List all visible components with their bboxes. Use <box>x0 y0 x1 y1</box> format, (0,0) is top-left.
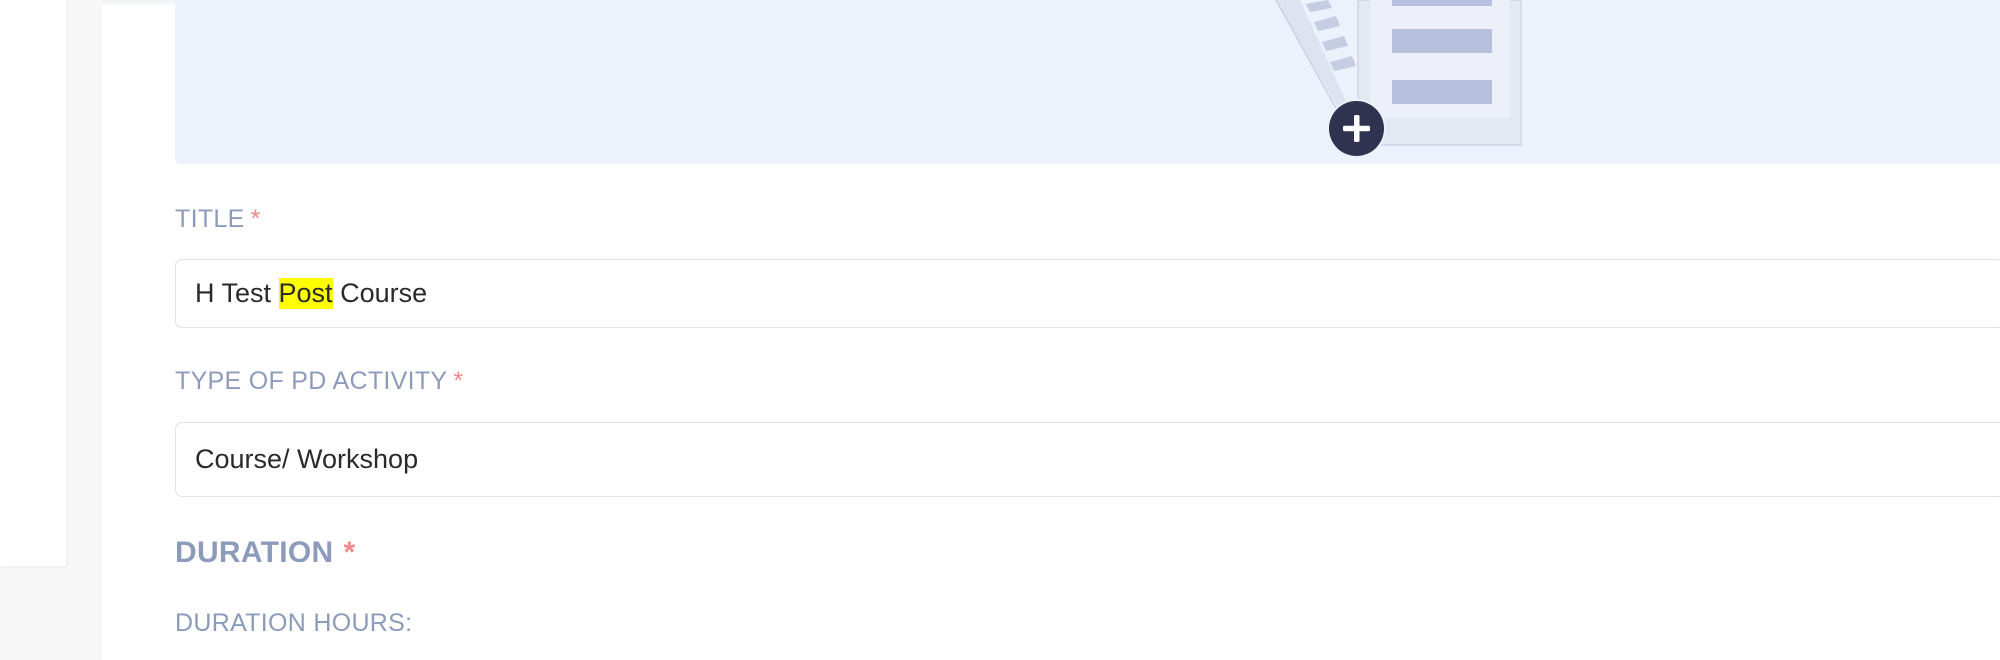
title-label-text: TITLE <box>175 205 245 233</box>
type-label: TYPE OF PD ACTIVITY * <box>175 367 463 396</box>
add-image-button[interactable] <box>1329 101 1384 156</box>
title-value-after: Course <box>332 278 428 308</box>
duration-heading-text: DURATION <box>175 536 334 569</box>
duration-hours-label: DURATION HOURS: <box>175 609 413 637</box>
duration-heading: DURATION * <box>175 536 355 570</box>
title-value-before: H Test <box>195 278 279 308</box>
document-illustration <box>1275 0 1522 146</box>
type-value: Course/ Workshop <box>195 444 419 474</box>
title-input[interactable]: H Test Post Course <box>175 259 2000 328</box>
duration-required-mark: * <box>343 536 356 569</box>
title-required-mark: * <box>250 205 261 233</box>
type-required-mark: * <box>453 367 464 395</box>
left-panel <box>0 0 66 566</box>
type-label-text: TYPE OF PD ACTIVITY <box>175 367 448 395</box>
image-upload-area[interactable] <box>175 0 2000 164</box>
type-select[interactable]: Course/ Workshop <box>175 422 2000 497</box>
title-value-highlight: Post <box>278 278 333 309</box>
title-label: TITLE * <box>175 205 261 234</box>
plus-icon <box>1343 115 1370 142</box>
